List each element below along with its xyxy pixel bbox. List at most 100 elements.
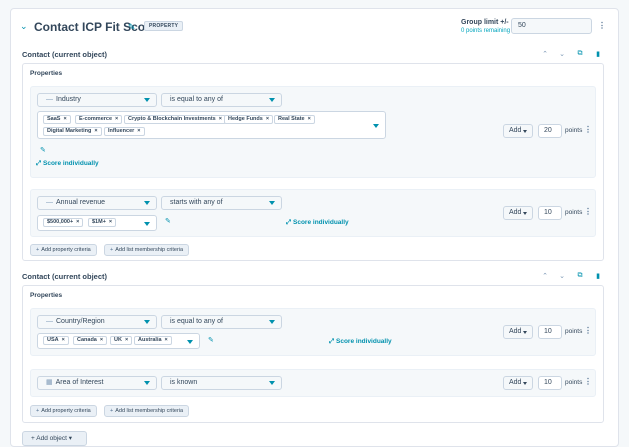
property-select[interactable]: — Annual revenue <box>37 196 157 210</box>
points-input[interactable]: 10 <box>538 325 562 339</box>
delete-icon[interactable]: ▮ <box>594 50 602 58</box>
value-tag: SaaS × <box>43 115 71 124</box>
property-select-value: Area of Interest <box>55 379 104 386</box>
points-input[interactable]: 10 <box>538 376 562 390</box>
points-label: points <box>565 328 583 335</box>
value-tag: Real State × <box>274 115 315 124</box>
value-tag: USA × <box>43 336 69 345</box>
plus-icon: + <box>110 408 114 414</box>
remove-tag-icon[interactable]: × <box>308 116 311 122</box>
property-select-value: Industry <box>56 96 81 103</box>
add-action-select[interactable]: Add <box>503 206 533 220</box>
add-action-select[interactable]: Add <box>503 376 533 390</box>
edit-pencil-icon[interactable]: ✎ <box>40 146 46 154</box>
points-input[interactable]: 20 <box>538 124 562 138</box>
dropdown-caret-icon <box>144 381 150 385</box>
remove-tag-icon[interactable]: × <box>109 219 112 225</box>
property-badge: PROPERTY <box>144 21 184 31</box>
points-label: points <box>565 127 583 134</box>
remove-tag-icon[interactable]: × <box>76 219 79 225</box>
operator-select-value: is known <box>170 379 198 386</box>
criterion-more-icon[interactable]: ⋮ <box>584 126 592 134</box>
property-type-icon: — <box>46 318 53 325</box>
remove-tag-icon[interactable]: × <box>125 337 128 343</box>
add-action-select[interactable]: Add <box>503 124 533 138</box>
points-input[interactable]: 10 <box>538 206 562 220</box>
group-title: Contact (current object) <box>22 272 108 281</box>
criterion-more-icon[interactable]: ⋮ <box>584 327 592 335</box>
value-tag: Influencer × <box>104 127 145 136</box>
move-up-icon[interactable]: ⌃ <box>541 272 549 280</box>
add-property-criteria-button[interactable]: + Add property criteria <box>30 244 97 256</box>
score-individually-link[interactable]: ⤢ Score individually <box>286 219 349 227</box>
expand-arrows-icon: ⤢ <box>329 338 335 345</box>
add-list-criteria-button[interactable]: + Add list membership criteria <box>104 244 190 256</box>
add-object-button[interactable]: + Add object ▾ <box>22 431 87 446</box>
add-list-criteria-button[interactable]: + Add list membership criteria <box>104 405 190 417</box>
move-down-icon[interactable]: ⌄ <box>558 272 566 280</box>
value-tag: UK × <box>110 336 133 345</box>
group-title: Contact (current object) <box>22 50 108 59</box>
remove-tag-icon[interactable]: × <box>165 337 168 343</box>
dropdown-caret-icon <box>523 130 527 133</box>
operator-select-value: is equal to any of <box>170 96 223 103</box>
points-remaining-text: 0 points remaining <box>461 28 511 34</box>
edit-title-pencil-icon[interactable]: ✎ <box>128 22 136 33</box>
remove-tag-icon[interactable]: × <box>137 128 140 134</box>
dropdown-caret-icon <box>373 124 379 128</box>
dropdown-caret-icon <box>144 201 150 205</box>
operator-select[interactable]: is equal to any of <box>161 315 282 329</box>
dropdown-caret-icon <box>523 331 527 334</box>
add-action-select[interactable]: Add <box>503 325 533 339</box>
remove-tag-icon[interactable]: × <box>94 128 97 134</box>
properties-label: Properties <box>30 292 63 299</box>
value-tag: Crypto & Blockchain Investments × <box>124 115 226 124</box>
criterion-more-icon[interactable]: ⋮ <box>584 208 592 216</box>
clone-icon[interactable]: ⧉ <box>576 50 584 58</box>
remove-tag-icon[interactable]: × <box>63 116 66 122</box>
operator-select[interactable]: is equal to any of <box>161 93 282 107</box>
edit-pencil-icon[interactable]: ✎ <box>165 217 171 225</box>
value-tag: Australia × <box>134 336 172 345</box>
property-select-value: Annual revenue <box>56 199 106 206</box>
property-select[interactable]: — Industry <box>37 93 157 107</box>
value-tag: Digital Marketing × <box>43 127 102 136</box>
delete-icon[interactable]: ▮ <box>594 272 602 280</box>
property-select-value: Country/Region <box>56 318 105 325</box>
expand-arrows-icon: ⤢ <box>286 219 292 226</box>
header-more-icon[interactable]: ⋮ <box>598 22 606 30</box>
operator-select[interactable]: starts with any of <box>161 196 282 210</box>
edit-pencil-icon[interactable]: ✎ <box>208 336 214 344</box>
dropdown-caret-icon <box>523 212 527 215</box>
caret-down-icon: ▾ <box>66 435 73 442</box>
page-title: Contact ICP Fit Score <box>34 20 157 34</box>
remove-tag-icon[interactable]: × <box>100 337 103 343</box>
property-type-icon: — <box>46 199 53 206</box>
group-limit-input[interactable]: 50 <box>511 18 592 34</box>
remove-tag-icon[interactable]: × <box>266 116 269 122</box>
criterion-more-icon[interactable]: ⋮ <box>584 378 592 386</box>
dropdown-caret-icon <box>269 381 275 385</box>
score-individually-link[interactable]: ⤢ Score individually <box>36 160 99 168</box>
move-down-icon[interactable]: ⌄ <box>558 50 566 58</box>
points-label: points <box>565 209 583 216</box>
score-individually-link[interactable]: ⤢ Score individually <box>329 338 392 346</box>
move-up-icon[interactable]: ⌃ <box>541 50 549 58</box>
expand-arrows-icon: ⤢ <box>36 160 42 167</box>
add-property-criteria-button[interactable]: + Add property criteria <box>30 405 97 417</box>
group-limit-label: Group limit +/- <box>461 19 509 26</box>
collapse-chevron-icon[interactable]: ⌄ <box>20 22 28 31</box>
dropdown-caret-icon <box>269 201 275 205</box>
remove-tag-icon[interactable]: × <box>219 116 222 122</box>
property-select[interactable]: ▦ Area of Interest <box>37 376 157 390</box>
property-select[interactable]: — Country/Region <box>37 315 157 329</box>
operator-select[interactable]: is known <box>161 376 282 390</box>
clone-icon[interactable]: ⧉ <box>576 272 584 280</box>
plus-icon: + <box>36 408 40 414</box>
property-type-icon: ▦ <box>46 379 53 386</box>
property-type-icon: — <box>46 96 53 103</box>
remove-tag-icon[interactable]: × <box>115 116 118 122</box>
remove-tag-icon[interactable]: × <box>62 337 65 343</box>
dropdown-caret-icon <box>269 98 275 102</box>
plus-icon: + <box>110 247 114 253</box>
